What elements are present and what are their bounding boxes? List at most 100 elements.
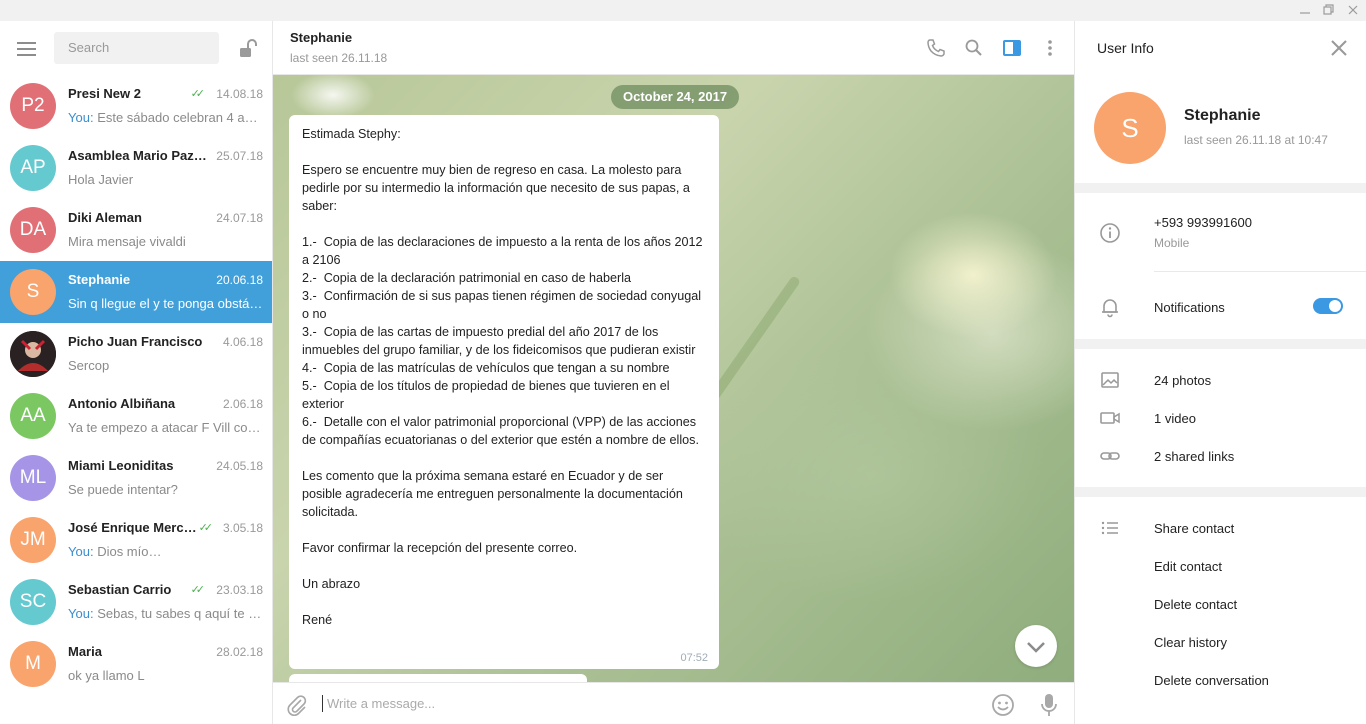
avatar: AA	[10, 393, 56, 439]
delete-conversation-button[interactable]: Delete conversation	[1154, 673, 1269, 688]
double-check-icon: ✓✓	[190, 584, 206, 596]
avatar	[10, 331, 56, 377]
shared-links-link[interactable]: 2 shared links	[1154, 449, 1234, 464]
link-icon	[1099, 445, 1121, 467]
list-icon	[1099, 517, 1121, 539]
preview-text: Sin q llegue el y te ponga obstá…	[68, 296, 263, 311]
search-input[interactable]: Search	[54, 32, 219, 64]
user-info-panel: User Info S Stephanie last seen 26.11.18…	[1074, 21, 1366, 724]
chat-preview: Mira mensaje vivaldi	[68, 234, 264, 249]
chat-preview: ok ya llamo L	[68, 668, 264, 683]
message-time: 07:52	[680, 652, 708, 664]
close-window-icon[interactable]	[1346, 3, 1360, 17]
preview-text: Sercop	[68, 358, 110, 373]
emoji-icon[interactable]	[991, 693, 1015, 717]
restore-icon[interactable]	[1322, 3, 1336, 17]
shared-media-section: 24 photos 1 video 2 shared links	[1075, 349, 1366, 487]
chat-date: 4.06.18	[222, 335, 263, 349]
chat-item[interactable]: SC Sebastian Carrio 23.03.18 ✓✓ You: Sebas, …	[0, 571, 272, 633]
chat-name: Stephanie	[68, 272, 131, 287]
conversation-header: Stephanie last seen 26.11.18	[273, 21, 1074, 75]
search-icon[interactable]	[964, 38, 984, 58]
chat-date: 2.06.18	[222, 397, 263, 411]
message-composer: Write a message...	[273, 682, 1074, 724]
chat-name: Diki Aleman	[68, 210, 142, 225]
preview-text: Mira mensaje vivaldi	[68, 234, 186, 249]
photos-link[interactable]: 24 photos	[1154, 373, 1211, 388]
hamburger-menu-icon[interactable]	[17, 42, 37, 56]
sidebar-toggle-icon[interactable]	[1002, 38, 1022, 58]
chat-sidebar: Search P2 Presi New 2 14.08.18 ✓✓ You: Este …	[0, 21, 273, 724]
you-prefix: You:	[68, 544, 94, 559]
message-bubble[interactable]: Estimada Stephy: Espero se encuentre muy…	[289, 115, 719, 669]
photo-icon	[1099, 369, 1121, 391]
you-prefix: You:	[68, 606, 94, 621]
you-prefix: You:	[68, 110, 94, 125]
window-titlebar	[0, 0, 1366, 21]
actions-section: Share contact Edit contact Delete contac…	[1075, 497, 1366, 724]
sidebar-header: Search	[0, 21, 272, 75]
notifications-toggle[interactable]	[1313, 298, 1343, 314]
minimize-icon[interactable]	[1298, 3, 1312, 17]
notifications-label: Notifications	[1154, 300, 1225, 315]
peer-name[interactable]: Stephanie	[290, 30, 352, 45]
preview-text: Dios mío…	[97, 544, 162, 559]
double-check-icon: ✓✓	[190, 88, 206, 100]
chat-name: Presi New 2	[68, 86, 141, 101]
more-vertical-icon[interactable]	[1040, 38, 1060, 58]
next-message-bubble[interactable]	[289, 674, 587, 682]
chat-date: 25.07.18	[216, 149, 263, 163]
info-icon	[1099, 222, 1121, 244]
paperclip-icon[interactable]	[285, 693, 309, 717]
chat-item[interactable]: JM José Enrique Merc… 3.05.18 ✓✓ You: Dios m…	[0, 509, 272, 571]
avatar: ML	[10, 455, 56, 501]
edit-contact-button[interactable]: Edit contact	[1154, 559, 1222, 574]
chat-preview: You: Este sábado celebran 4 a…	[68, 110, 264, 125]
avatar: AP	[10, 145, 56, 191]
avatar: DA	[10, 207, 56, 253]
chat-item[interactable]: ML Miami Leoniditas 24.05.18 Se puede inten…	[0, 447, 272, 509]
chat-preview: Sin q llegue el y te ponga obstá…	[68, 296, 264, 311]
chat-date: 3.05.18	[222, 521, 263, 535]
delete-contact-button[interactable]: Delete contact	[1154, 597, 1237, 612]
avatar[interactable]: S	[1094, 92, 1166, 164]
chat-item[interactable]: M Maria 28.02.18 ok ya llamo L	[0, 633, 272, 695]
chat-item[interactable]: AP Asamblea Mario Paz… 25.07.18 Hola Javier	[0, 137, 272, 199]
message-input[interactable]: Write a message...	[322, 695, 922, 712]
chat-preview: Se puede intentar?	[68, 482, 264, 497]
date-separator: October 24, 2017	[611, 85, 740, 109]
profile-last-seen: last seen 26.11.18 at 10:47	[1184, 133, 1328, 147]
panel-title: User Info	[1097, 40, 1154, 56]
chat-name: Maria	[68, 644, 102, 659]
chat-name: Picho Juan Francisco	[68, 334, 203, 349]
bell-icon	[1099, 296, 1121, 318]
chat-name: Antonio Albiñana	[68, 396, 176, 411]
microphone-icon[interactable]	[1037, 692, 1061, 718]
clear-history-button[interactable]: Clear history	[1154, 635, 1227, 650]
avatar: S	[10, 269, 56, 315]
profile-name: Stephanie	[1184, 107, 1261, 124]
message-text: Estimada Stephy: Espero se encuentre muy…	[302, 127, 703, 627]
chat-preview: Sercop	[68, 358, 264, 373]
avatar: JM	[10, 517, 56, 563]
chat-item[interactable]: S Stephanie 20.06.18 Sin q llegue el y te p…	[0, 261, 272, 323]
share-contact-button[interactable]: Share contact	[1154, 521, 1234, 536]
preview-text: ok ya llamo L	[68, 668, 145, 683]
avatar: M	[10, 641, 56, 687]
preview-text: Se puede intentar?	[68, 482, 178, 497]
scroll-to-bottom-button[interactable]	[1015, 625, 1057, 667]
phone-icon[interactable]	[926, 38, 946, 58]
unlock-icon[interactable]	[237, 38, 259, 60]
phone-label: Mobile	[1154, 236, 1190, 250]
chat-date: 14.08.18	[216, 87, 263, 101]
chat-item[interactable]: AA Antonio Albiñana 2.06.18 Ya te empezo a …	[0, 385, 272, 447]
chevron-down-icon	[1027, 642, 1045, 653]
chat-item[interactable]: Picho Juan Francisco 4.06.18 Sercop	[0, 323, 272, 385]
chat-item[interactable]: DA Diki Aleman 24.07.18 Mira mensaje vivald…	[0, 199, 272, 261]
chat-preview: You: Sebas, tu sabes q aquí te q…	[68, 606, 264, 621]
videos-link[interactable]: 1 video	[1154, 411, 1196, 426]
chat-item[interactable]: P2 Presi New 2 14.08.18 ✓✓ You: Este sábado …	[0, 75, 272, 137]
toggle-knob	[1329, 300, 1341, 312]
phone-number[interactable]: +593 993991600	[1154, 215, 1252, 230]
close-icon[interactable]	[1329, 38, 1349, 58]
